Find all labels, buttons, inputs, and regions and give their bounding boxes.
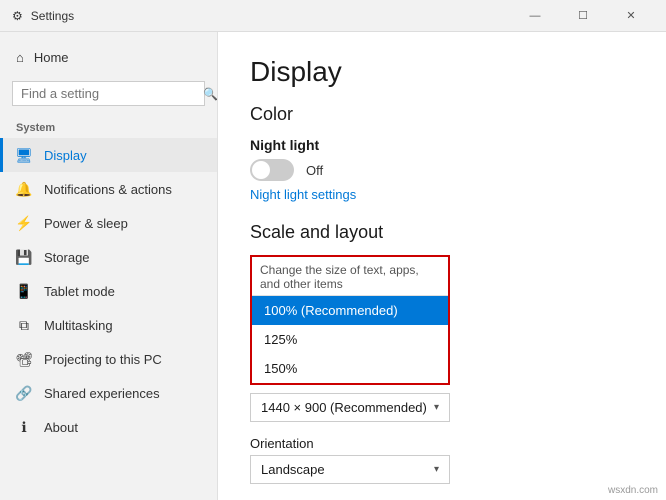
notifications-icon: 🔔 [16,181,32,197]
sidebar-item-projecting-label: Projecting to this PC [44,352,162,367]
home-icon: ⌂ [16,50,24,65]
title-bar-label: Settings [31,9,74,23]
main-content: Display Color Night light Off Night ligh… [218,32,666,500]
power-icon: ⚡ [16,215,32,231]
search-box[interactable]: 🔍 [12,81,205,106]
close-button[interactable]: ✕ [608,0,654,32]
scale-option-100[interactable]: 100% (Recommended) [252,296,448,325]
sidebar-item-shared-label: Shared experiences [44,386,160,401]
title-bar: ⚙ Settings — ☐ ✕ [0,0,666,32]
scale-section-title: Scale and layout [250,222,634,243]
about-icon: ℹ [16,419,32,435]
night-light-row: Off [250,159,634,181]
scale-dropdown-label: Change the size of text, apps, and other… [252,257,448,296]
toggle-knob [252,161,270,179]
sidebar-home-label: Home [34,50,69,65]
scale-option-150[interactable]: 150% [252,354,448,383]
sidebar-item-tablet-label: Tablet mode [44,284,115,299]
night-light-toggle[interactable] [250,159,294,181]
sidebar-item-notifications[interactable]: 🔔 Notifications & actions [0,172,217,206]
window-controls: — ☐ ✕ [512,0,654,32]
scale-option-125[interactable]: 125% [252,325,448,354]
orientation-select[interactable]: Landscape ▾ [250,455,450,484]
sidebar-item-multitasking-label: Multitasking [44,318,113,333]
sidebar-section-label: System [0,112,217,138]
color-section-title: Color [250,104,634,125]
sidebar-home-button[interactable]: ⌂ Home [0,40,217,75]
night-light-settings-link[interactable]: Night light settings [250,187,634,202]
page-title: Display [250,56,634,88]
sidebar-item-display[interactable]: 🖥 Display [0,138,217,172]
minimize-button[interactable]: — [512,0,558,32]
sidebar: ⌂ Home 🔍 System 🖥 Display 🔔 Notification… [0,32,218,500]
shared-icon: 🔗 [16,385,32,401]
maximize-button[interactable]: ☐ [560,0,606,32]
color-section: Color Night light Off Night light settin… [250,104,634,202]
orientation-row: Landscape ▾ [250,455,634,484]
orientation-value: Landscape [261,462,325,477]
app-container: ⌂ Home 🔍 System 🖥 Display 🔔 Notification… [0,32,666,500]
orientation-chevron: ▾ [434,464,439,475]
sidebar-item-multitasking[interactable]: ⧉ Multitasking [0,308,217,342]
sidebar-item-display-label: Display [44,148,87,163]
settings-icon: ⚙ [12,9,23,23]
resolution-chevron: ▾ [434,402,439,413]
search-input[interactable] [21,86,197,101]
scale-section: Scale and layout Change the size of text… [250,222,634,484]
sidebar-item-notifications-label: Notifications & actions [44,182,172,197]
sidebar-item-shared[interactable]: 🔗 Shared experiences [0,376,217,410]
sidebar-item-about[interactable]: ℹ About [0,410,217,444]
resolution-row: 1440 × 900 (Recommended) ▾ [250,393,634,422]
multitasking-icon: ⧉ [16,317,32,333]
toggle-state-label: Off [306,163,323,178]
sidebar-item-power-label: Power & sleep [44,216,128,231]
storage-icon: 💾 [16,249,32,265]
orientation-section: Orientation Landscape ▾ [250,436,634,484]
watermark: wsxdn.com [608,485,658,496]
display-icon: 🖥 [16,147,32,163]
tablet-icon: 📱 [16,283,32,299]
sidebar-item-about-label: About [44,420,78,435]
sidebar-item-storage[interactable]: 💾 Storage [0,240,217,274]
orientation-label: Orientation [250,436,634,451]
projecting-icon: 📽 [16,351,32,367]
resolution-select[interactable]: 1440 × 900 (Recommended) ▾ [250,393,450,422]
search-icon: 🔍 [203,87,218,101]
sidebar-item-storage-label: Storage [44,250,90,265]
sidebar-item-projecting[interactable]: 📽 Projecting to this PC [0,342,217,376]
night-light-label: Night light [250,137,634,153]
resolution-value: 1440 × 900 (Recommended) [261,400,427,415]
scale-dropdown-container[interactable]: Change the size of text, apps, and other… [250,255,450,385]
sidebar-item-power[interactable]: ⚡ Power & sleep [0,206,217,240]
sidebar-item-tablet[interactable]: 📱 Tablet mode [0,274,217,308]
